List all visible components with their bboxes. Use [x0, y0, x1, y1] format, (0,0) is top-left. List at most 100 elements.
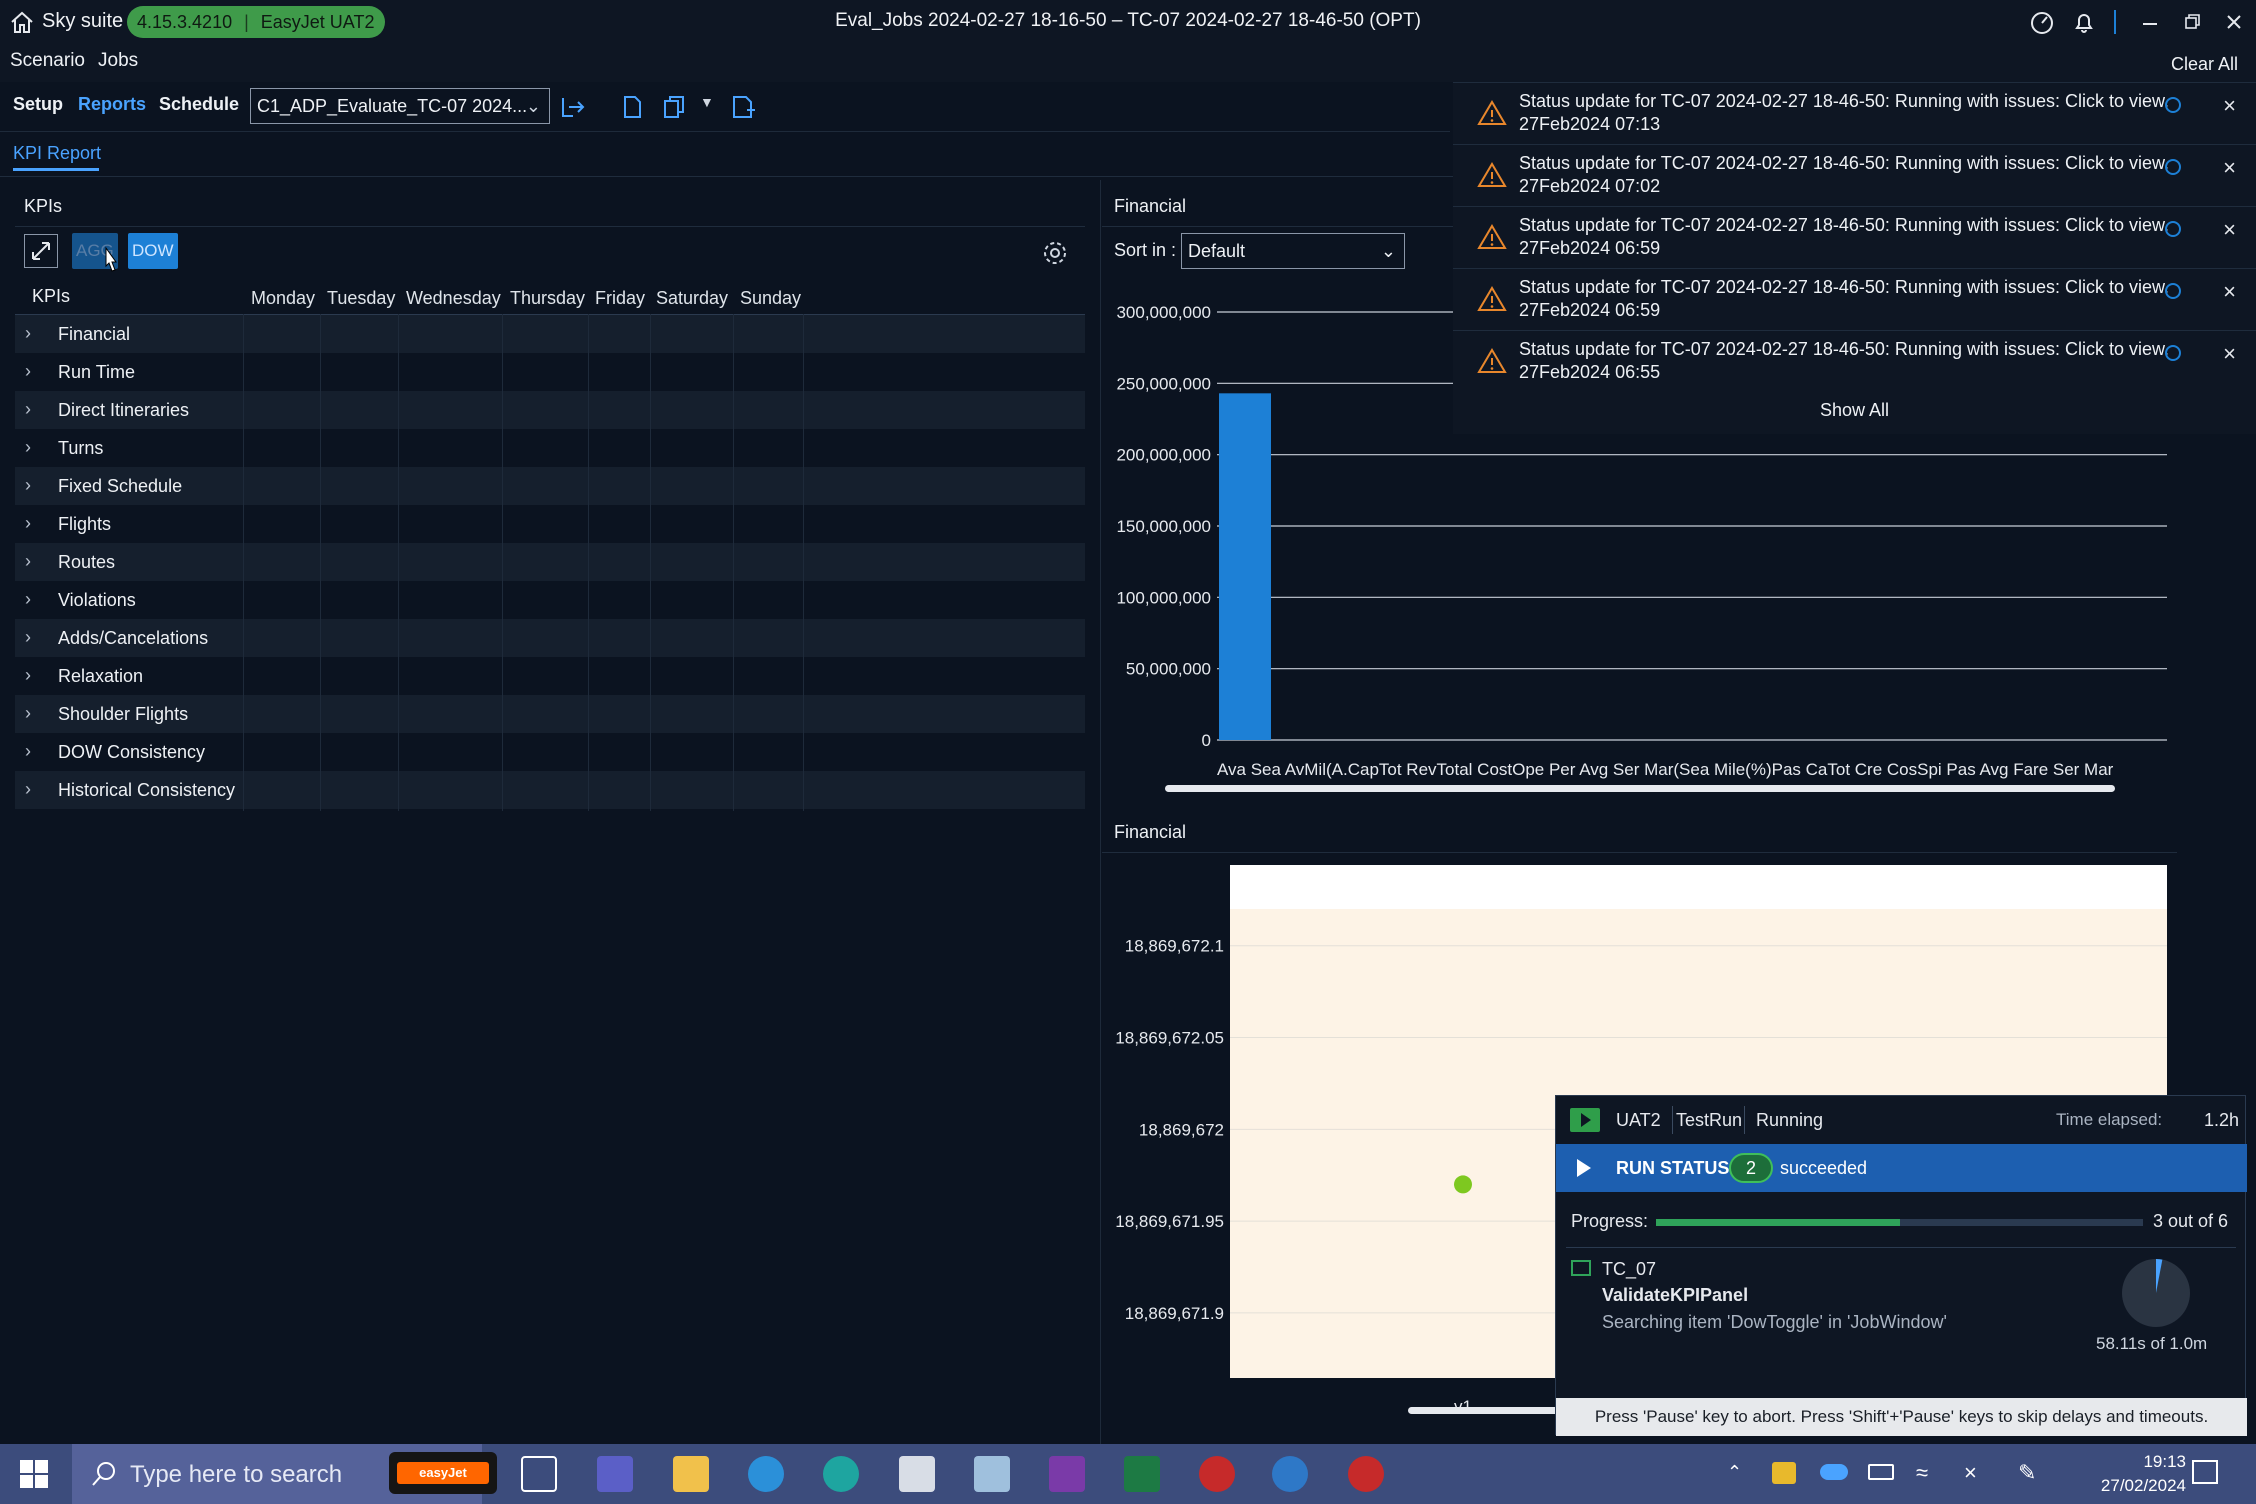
- notification-item[interactable]: Status update for TC-07 2024-02-27 18-46…: [1453, 330, 2256, 392]
- chevron-right-icon[interactable]: ›: [25, 361, 31, 382]
- close-icon[interactable]: ×: [2223, 155, 2236, 181]
- close-window-icon[interactable]: [2220, 8, 2248, 36]
- excel-icon[interactable]: [1124, 1456, 1160, 1492]
- clear-all-button[interactable]: Clear All: [2171, 54, 2238, 75]
- kpi-row[interactable]: › DOW Consistency: [15, 733, 1085, 771]
- tab-schedule[interactable]: Schedule: [159, 94, 239, 115]
- chevron-right-icon[interactable]: ›: [25, 513, 31, 534]
- battery-icon[interactable]: [1868, 1464, 1894, 1480]
- chevron-right-icon[interactable]: ›: [25, 627, 31, 648]
- chevron-up-icon[interactable]: ⌃: [1727, 1462, 1742, 1483]
- chevron-right-icon[interactable]: ›: [25, 779, 31, 800]
- panel-splitter[interactable]: [1100, 180, 1101, 1444]
- tab-reports[interactable]: Reports: [78, 94, 146, 115]
- show-all-button[interactable]: Show All: [1453, 400, 2256, 421]
- task-view-icon[interactable]: [521, 1456, 557, 1492]
- horizontal-scrollbar[interactable]: [1165, 785, 2115, 792]
- notification-item[interactable]: Status update for TC-07 2024-02-27 18-46…: [1453, 144, 2256, 206]
- notification-item[interactable]: Status update for TC-07 2024-02-27 18-46…: [1453, 268, 2256, 330]
- chevron-right-icon[interactable]: ›: [25, 703, 31, 724]
- sky-suite-icon[interactable]: [1272, 1456, 1308, 1492]
- notification-text[interactable]: Status update for TC-07 2024-02-27 18-46…: [1519, 277, 2169, 298]
- kpi-row[interactable]: › Routes: [15, 543, 1085, 581]
- kpi-row[interactable]: › Financial: [15, 315, 1085, 353]
- kpi-row[interactable]: › Run Time: [15, 353, 1085, 391]
- file-explorer-icon[interactable]: [673, 1456, 709, 1492]
- chevron-right-icon[interactable]: ›: [25, 437, 31, 458]
- copy-icon[interactable]: [660, 92, 690, 122]
- expand-icon[interactable]: [24, 234, 58, 268]
- kpi-row[interactable]: › Violations: [15, 581, 1085, 619]
- menu-jobs[interactable]: Jobs: [98, 50, 138, 72]
- play-icon: [1570, 1108, 1600, 1132]
- gear-icon[interactable]: [1040, 238, 1070, 268]
- new-document-icon[interactable]: [727, 92, 757, 122]
- sort-select[interactable]: Default ⌄: [1181, 233, 1405, 269]
- y-tick-label: 50,000,000: [1126, 660, 1211, 679]
- kpi-row[interactable]: › Turns: [15, 429, 1085, 467]
- tab-setup[interactable]: Setup: [13, 94, 63, 115]
- kpi-row[interactable]: › Flights: [15, 505, 1085, 543]
- ranorex-recorder-icon[interactable]: [1348, 1456, 1384, 1492]
- notepad-icon[interactable]: [899, 1456, 935, 1492]
- chevron-right-icon[interactable]: ›: [25, 589, 31, 610]
- onenote-icon[interactable]: [1049, 1456, 1085, 1492]
- close-icon[interactable]: ×: [2223, 341, 2236, 367]
- kpi-row-label: Turns: [58, 438, 104, 458]
- job-select[interactable]: C1_ADP_Evaluate_TC-07 2024... ⌄: [250, 88, 550, 124]
- minimize-icon[interactable]: [2136, 8, 2164, 36]
- copy-dropdown-icon[interactable]: ▼: [700, 94, 714, 110]
- kpi-row[interactable]: › Direct Itineraries: [15, 391, 1085, 429]
- windows-start-icon[interactable]: [18, 1458, 50, 1490]
- taskbar-clock[interactable]: 19:13 27/02/2024: [2101, 1450, 2186, 1498]
- kpi-row[interactable]: › Shoulder Flights: [15, 695, 1085, 733]
- notification-text[interactable]: Status update for TC-07 2024-02-27 18-46…: [1519, 215, 2169, 236]
- speedometer-icon[interactable]: [2028, 8, 2056, 36]
- volume-muted-icon[interactable]: ×: [1964, 1460, 1977, 1486]
- close-icon[interactable]: ×: [2223, 279, 2236, 305]
- internet-explorer-icon[interactable]: [748, 1456, 784, 1492]
- onedrive-icon[interactable]: [1820, 1464, 1848, 1480]
- chevron-right-icon[interactable]: ›: [25, 323, 31, 344]
- easyjet-logo-text: easyJet: [397, 1462, 489, 1484]
- scatter-point[interactable]: [1454, 1175, 1472, 1194]
- notification-item[interactable]: Status update for TC-07 2024-02-27 18-46…: [1453, 206, 2256, 268]
- pen-icon[interactable]: ✎: [2018, 1460, 2036, 1486]
- notification-item[interactable]: Status update for TC-07 2024-02-27 18-46…: [1453, 82, 2256, 144]
- chevron-right-icon[interactable]: ›: [25, 475, 31, 496]
- notification-text[interactable]: Status update for TC-07 2024-02-27 18-46…: [1519, 91, 2169, 112]
- restore-icon[interactable]: [2178, 8, 2206, 36]
- chevron-right-icon[interactable]: ›: [25, 551, 31, 572]
- export-icon[interactable]: [557, 92, 587, 122]
- menu-scenario[interactable]: Scenario: [10, 50, 85, 72]
- kpi-row[interactable]: › Relaxation: [15, 657, 1085, 695]
- dow-toggle-button[interactable]: DOW: [128, 233, 178, 269]
- security-icon[interactable]: [1772, 1462, 1796, 1484]
- close-icon[interactable]: ×: [2223, 93, 2236, 119]
- paint-icon[interactable]: [974, 1456, 1010, 1492]
- chevron-right-icon[interactable]: ›: [25, 399, 31, 420]
- close-icon[interactable]: ×: [2223, 217, 2236, 243]
- chevron-right-icon[interactable]: ›: [25, 741, 31, 762]
- run-state: Running: [1756, 1110, 1824, 1130]
- tab-kpi-report[interactable]: KPI Report: [13, 143, 101, 164]
- kpi-row[interactable]: › Adds/Cancelations: [15, 619, 1085, 657]
- play-icon[interactable]: [1574, 1156, 1594, 1180]
- kpi-row[interactable]: › Historical Consistency: [15, 771, 1085, 809]
- bell-icon[interactable]: [2070, 8, 2098, 36]
- warning-icon: [1477, 161, 1507, 189]
- wifi-icon[interactable]: ≈: [1916, 1460, 1928, 1486]
- edge-icon[interactable]: [823, 1456, 859, 1492]
- notification-text[interactable]: Status update for TC-07 2024-02-27 18-46…: [1519, 339, 2169, 360]
- y-tick-label: 18,869,672: [1139, 1120, 1224, 1139]
- easyjet-logo[interactable]: easyJet: [389, 1452, 497, 1494]
- kpi-row[interactable]: › Fixed Schedule: [15, 467, 1085, 505]
- bar[interactable]: [1219, 393, 1271, 740]
- notification-center-icon[interactable]: [2192, 1460, 2218, 1484]
- chevron-right-icon[interactable]: ›: [25, 665, 31, 686]
- ranorex-icon[interactable]: [1199, 1456, 1235, 1492]
- notification-text[interactable]: Status update for TC-07 2024-02-27 18-46…: [1519, 153, 2169, 174]
- financial-scatter-title: Financial: [1114, 822, 1187, 842]
- document-edit-icon[interactable]: [617, 92, 647, 122]
- teams-icon[interactable]: [597, 1456, 633, 1492]
